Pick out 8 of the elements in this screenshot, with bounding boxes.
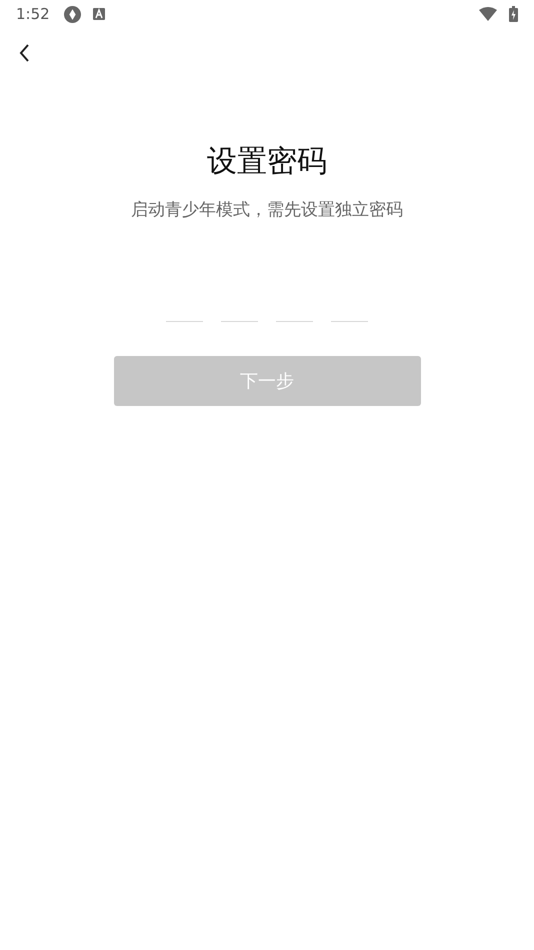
chevron-left-icon: [18, 43, 30, 63]
subtitle-text: 启动青少年模式，需先设置独立密码: [131, 199, 403, 222]
keyboard-app-icon: [92, 8, 105, 20]
aperture-icon: [64, 6, 81, 22]
page-title: 设置密码: [207, 143, 327, 181]
status-time: 1:52: [16, 4, 50, 25]
wifi-icon: [479, 7, 497, 21]
battery-icon: [509, 6, 518, 22]
